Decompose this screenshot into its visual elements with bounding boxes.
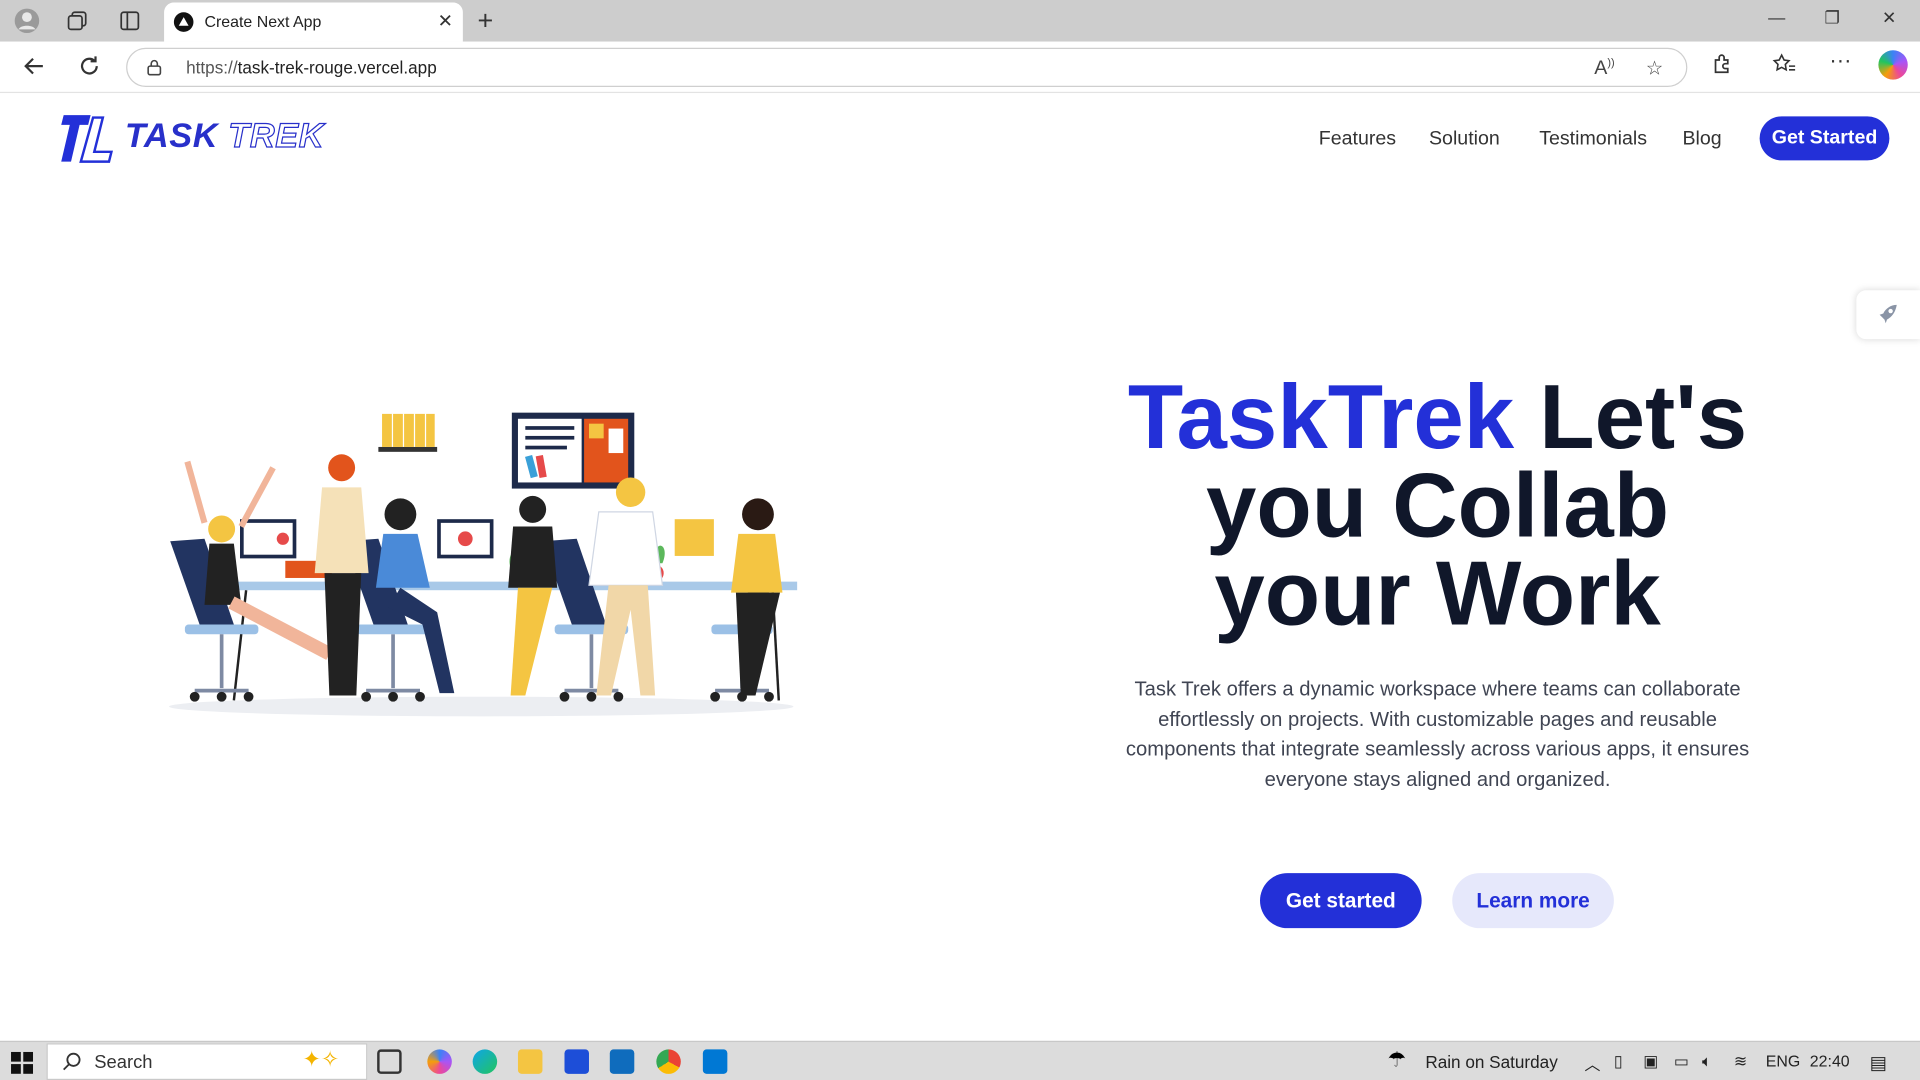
chrome-icon[interactable] — [656, 1049, 681, 1074]
lock-icon[interactable] — [147, 59, 162, 76]
logo-text: TASK TREK — [124, 116, 325, 155]
browser-title-bar: Create Next App ✕ + — ❐ ✕ — [0, 0, 1920, 42]
hero-description: Task Trek offers a dynamic workspace whe… — [1125, 678, 1750, 791]
address-toolbar: https://task-trek-rouge.vercel.app A)) ☆… — [0, 41, 1920, 94]
read-aloud-icon[interactable]: A)) — [1594, 56, 1614, 80]
wifi-icon[interactable]: ≋ — [1734, 1052, 1747, 1072]
clock[interactable]: 22:40 — [1810, 1052, 1850, 1070]
nextjs-favicon-icon — [173, 12, 194, 32]
windows-start-icon[interactable] — [11, 1051, 34, 1080]
vscode-icon[interactable] — [702, 1049, 728, 1074]
weather-text[interactable]: Rain on Saturday — [1425, 1052, 1557, 1072]
back-icon[interactable] — [22, 54, 46, 85]
search-label: Search — [94, 1051, 153, 1073]
restore-icon[interactable]: ❐ — [1825, 7, 1840, 28]
search-highlight-icon: ✦✧ — [302, 1046, 340, 1072]
edge-taskbar-icon[interactable] — [472, 1049, 498, 1074]
volume-icon[interactable]: 🔈︎ — [1702, 1052, 1712, 1072]
workspaces-icon[interactable] — [64, 7, 91, 34]
nav-solution[interactable]: Solution — [1429, 129, 1500, 151]
favorite-star-icon[interactable]: ☆ — [1646, 56, 1664, 80]
favorites-icon[interactable] — [1772, 53, 1796, 81]
get-started-button[interactable]: Get started — [1260, 873, 1422, 929]
refresh-icon[interactable] — [77, 54, 101, 85]
outlook-icon[interactable] — [609, 1049, 635, 1074]
device-icon[interactable]: ▯ — [1614, 1052, 1623, 1072]
weather-rain-icon[interactable]: ☂ — [1387, 1048, 1406, 1072]
get-started-nav-button[interactable]: Get Started — [1759, 116, 1890, 161]
battery-icon[interactable]: ▭ — [1674, 1052, 1689, 1072]
nav-blog[interactable]: Blog — [1682, 129, 1721, 151]
minimize-icon[interactable]: — — [1768, 7, 1785, 27]
copilot-taskbar-icon[interactable] — [427, 1049, 452, 1074]
language-indicator[interactable]: ENG — [1766, 1052, 1800, 1070]
microsoft-store-icon[interactable] — [564, 1049, 589, 1074]
url-text: https://task-trek-rouge.vercel.app — [186, 57, 437, 78]
copilot-icon[interactable] — [1878, 50, 1908, 80]
profile-icon[interactable] — [13, 7, 40, 34]
file-explorer-icon[interactable] — [517, 1049, 543, 1074]
browser-tab[interactable]: Create Next App ✕ — [164, 2, 463, 42]
hero-heading-brand: TaskTrek — [1127, 366, 1515, 468]
rocket-icon — [1879, 304, 1897, 324]
hero-heading: TaskTrek Let's you Collab your Work — [1113, 372, 1762, 639]
close-window-icon[interactable]: ✕ — [1882, 7, 1896, 28]
taskbar-search[interactable]: Search ✦✧ — [46, 1043, 368, 1080]
team-collaboration-illustration — [168, 412, 798, 717]
vertical-tabs-icon[interactable] — [116, 7, 143, 34]
search-icon — [63, 1052, 81, 1071]
floating-rocket-widget[interactable] — [1856, 290, 1920, 340]
close-tab-icon[interactable]: ✕ — [438, 10, 453, 32]
new-tab-icon[interactable]: + — [478, 5, 494, 37]
notifications-icon[interactable]: ▤ — [1870, 1052, 1887, 1074]
web-page: TASK TREK Features Solution Testimonials… — [4, 94, 1920, 1039]
extensions-icon[interactable] — [1712, 53, 1734, 81]
network-status-icon[interactable]: ▣ — [1643, 1052, 1658, 1072]
tab-title: Create Next App — [204, 12, 322, 31]
logo-mark-icon — [61, 115, 113, 163]
windows-taskbar: Search ✦✧ ☂ Rain on Saturday ︿ ▯ ▣ ▭ 🔈︎ … — [0, 1040, 1920, 1080]
show-hidden-icons-icon[interactable]: ︿ — [1585, 1052, 1601, 1075]
nav-features[interactable]: Features — [1319, 129, 1396, 151]
nav-testimonials[interactable]: Testimonials — [1539, 129, 1647, 151]
task-trek-logo[interactable]: TASK TREK — [59, 113, 324, 171]
address-bar[interactable]: https://task-trek-rouge.vercel.app A)) ☆ — [126, 47, 1688, 87]
task-view-icon[interactable] — [377, 1049, 402, 1074]
more-options-icon[interactable]: ··· — [1829, 48, 1851, 74]
learn-more-button[interactable]: Learn more — [1452, 873, 1614, 929]
